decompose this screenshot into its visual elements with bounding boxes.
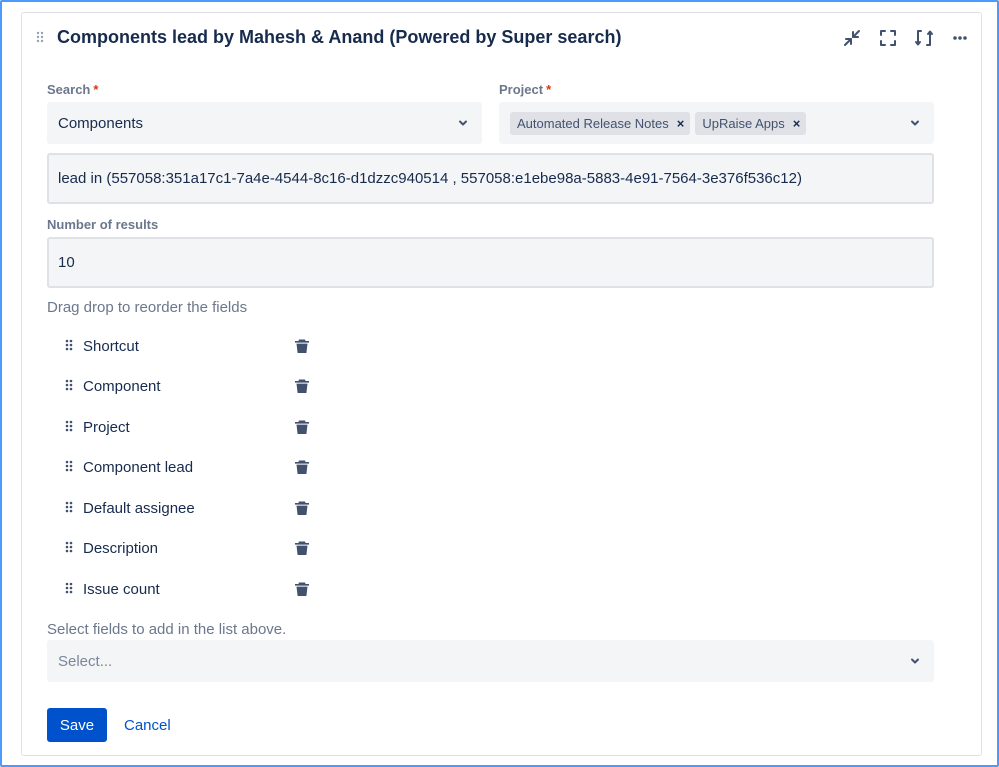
- field-item[interactable]: Default assignee: [63, 497, 313, 519]
- gadget-title: Components lead by Mahesh & Anand (Power…: [57, 27, 622, 47]
- trash-icon[interactable]: [294, 581, 310, 597]
- chevron-down-icon: [911, 120, 919, 126]
- drag-handle-icon[interactable]: [63, 582, 75, 596]
- cancel-button[interactable]: Cancel: [116, 708, 179, 742]
- project-tag: UpRaise Apps ×: [695, 111, 807, 135]
- num-results-input[interactable]: 10: [47, 237, 934, 288]
- query-input[interactable]: lead in (557058:351a17c1-7a4e-4544-8c16-…: [47, 153, 934, 204]
- field-item[interactable]: Component lead: [63, 456, 313, 478]
- search-select[interactable]: Components: [47, 102, 482, 144]
- drag-handle-icon[interactable]: [63, 379, 75, 393]
- search-label-text: Search: [47, 82, 91, 97]
- add-fields-select[interactable]: Select...: [47, 640, 934, 682]
- chevron-down-icon: [911, 658, 919, 664]
- save-button[interactable]: Save: [47, 708, 107, 742]
- field-item[interactable]: Shortcut: [63, 335, 313, 357]
- trash-icon[interactable]: [294, 338, 310, 354]
- project-label-text: Project: [499, 82, 544, 97]
- add-fields-placeholder: Select...: [58, 652, 113, 670]
- project-tag-label: Automated Release Notes: [517, 115, 669, 131]
- add-fields-hint: Select fields to add in the list above.: [47, 621, 287, 638]
- drag-handle-icon[interactable]: [63, 420, 75, 434]
- chevron-down-icon: [459, 120, 467, 126]
- required-mark: *: [93, 82, 99, 97]
- field-name: Description: [83, 539, 159, 557]
- num-results-label: Number of results: [47, 217, 159, 232]
- project-label: Project *: [499, 82, 551, 97]
- trash-icon[interactable]: [294, 459, 310, 475]
- project-tag: Automated Release Notes ×: [510, 111, 691, 135]
- field-item[interactable]: Component: [63, 375, 313, 397]
- more-icon[interactable]: [949, 27, 971, 49]
- trash-icon[interactable]: [294, 540, 310, 556]
- minimize-icon[interactable]: [841, 27, 863, 49]
- drag-handle-icon[interactable]: [63, 541, 75, 555]
- field-name: Default assignee: [83, 499, 195, 517]
- project-tag-label: UpRaise Apps: [702, 115, 785, 131]
- remove-tag-icon[interactable]: ×: [677, 116, 685, 131]
- trash-icon[interactable]: [294, 378, 310, 394]
- field-name: Issue count: [83, 580, 160, 598]
- drag-handle-icon[interactable]: [63, 460, 75, 474]
- query-input-value: lead in (557058:351a17c1-7a4e-4544-8c16-…: [58, 170, 802, 187]
- field-item[interactable]: Description: [63, 537, 313, 559]
- drag-handle-icon[interactable]: [63, 501, 75, 515]
- trash-icon[interactable]: [294, 500, 310, 516]
- drag-handle-icon[interactable]: [63, 339, 75, 353]
- field-name: Component lead: [83, 458, 194, 476]
- field-name: Component: [83, 377, 161, 395]
- project-select[interactable]: Automated Release Notes × UpRaise Apps ×: [499, 102, 934, 144]
- reorder-hint: Drag drop to reorder the fields: [47, 299, 248, 316]
- search-select-value: Components: [58, 114, 144, 132]
- refresh-icon[interactable]: [913, 27, 935, 49]
- drag-handle-icon[interactable]: [36, 31, 44, 45]
- field-item[interactable]: Issue count: [63, 578, 313, 600]
- remove-tag-icon[interactable]: ×: [793, 116, 801, 131]
- field-name: Project: [83, 418, 130, 436]
- fullscreen-icon[interactable]: [877, 27, 899, 49]
- field-item[interactable]: Project: [63, 416, 313, 438]
- search-label: Search *: [47, 82, 98, 97]
- required-mark: *: [546, 82, 552, 97]
- trash-icon[interactable]: [294, 419, 310, 435]
- num-results-value: 10: [58, 254, 75, 271]
- field-name: Shortcut: [83, 337, 139, 355]
- header-actions: [841, 27, 971, 49]
